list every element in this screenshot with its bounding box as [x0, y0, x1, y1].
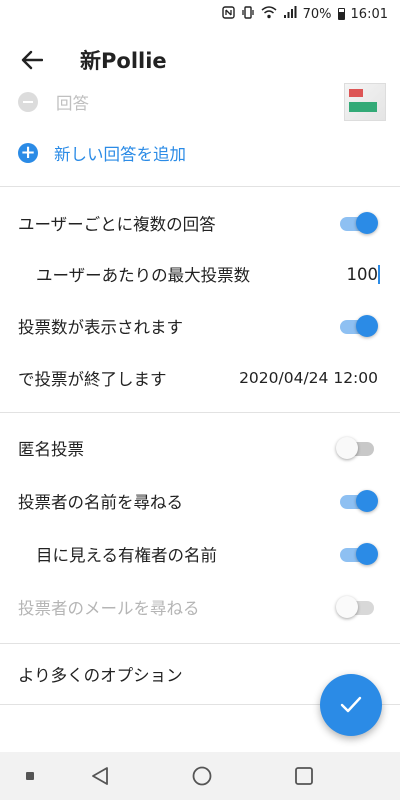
anonymous-toggle[interactable]	[336, 436, 378, 460]
visible-names-label: 目に見える有権者の名前	[36, 546, 218, 565]
app-bar: 新Pollie	[0, 28, 400, 92]
confirm-fab-button[interactable]	[320, 674, 382, 736]
divider	[0, 643, 400, 644]
nfc-icon	[221, 6, 235, 22]
end-poll-label: で投票が終了します	[18, 370, 167, 389]
page-title: 新Pollie	[80, 49, 167, 73]
setting-end-poll: で投票が終了します 2020/04/24 12:00	[0, 358, 400, 398]
ask-email-toggle	[336, 595, 378, 619]
answer-image-thumbnail[interactable]	[344, 83, 386, 121]
more-options-label: より多くのオプション	[18, 666, 183, 685]
nav-recents-button[interactable]	[288, 752, 320, 800]
answer-row: 回答	[0, 83, 400, 121]
setting-show-votes: 投票数が表示されます	[0, 306, 400, 346]
max-votes-label: ユーザーあたりの最大投票数	[36, 266, 251, 285]
setting-anonymous: 匿名投票	[0, 428, 400, 468]
back-triangle-icon	[92, 767, 108, 785]
ask-name-label: 投票者の名前を尋ねる	[18, 493, 183, 512]
divider	[0, 186, 400, 187]
nav-home-button[interactable]	[186, 752, 218, 800]
add-answer-label: 新しい回答を追加	[54, 145, 186, 164]
signal-icon	[283, 6, 297, 22]
recents-square-icon	[295, 767, 313, 785]
check-icon	[340, 696, 362, 713]
visible-names-toggle[interactable]	[338, 542, 378, 566]
setting-ask-name: 投票者の名前を尋ねる	[0, 481, 400, 521]
arrow-left-icon	[21, 50, 43, 70]
ask-email-label: 投票者のメールを尋ねる	[18, 599, 200, 618]
multiple-answers-label: ユーザーごとに複数の回答	[18, 215, 216, 234]
nav-back-button[interactable]	[84, 752, 116, 800]
back-button[interactable]	[4, 32, 60, 88]
nav-extra-button[interactable]	[18, 752, 42, 800]
remove-answer-icon[interactable]	[18, 92, 38, 112]
setting-visible-names: 目に見える有権者の名前	[0, 534, 400, 574]
home-circle-icon	[192, 766, 212, 786]
show-votes-label: 投票数が表示されます	[18, 318, 183, 337]
clock: 16:01	[350, 6, 388, 22]
max-votes-input[interactable]	[318, 264, 380, 284]
square-small-icon	[26, 772, 34, 780]
system-nav-bar	[0, 752, 400, 800]
setting-ask-email: 投票者のメールを尋ねる	[0, 587, 400, 627]
show-votes-toggle[interactable]	[338, 314, 378, 338]
vibrate-icon	[241, 6, 255, 22]
anonymous-label: 匿名投票	[18, 440, 84, 459]
wifi-icon	[261, 6, 277, 22]
battery-icon	[337, 8, 345, 20]
end-poll-datetime[interactable]: 2020/04/24 12:00	[239, 369, 378, 387]
divider	[0, 412, 400, 413]
plus-circle-icon: +	[18, 143, 38, 163]
add-answer-button[interactable]: + 新しい回答を追加	[0, 136, 400, 170]
status-bar: 70% 16:01	[0, 0, 400, 28]
multiple-answers-toggle[interactable]	[338, 211, 378, 235]
setting-max-votes: ユーザーあたりの最大投票数	[0, 254, 400, 294]
ask-name-toggle[interactable]	[338, 489, 378, 513]
battery-percent: 70%	[302, 6, 332, 22]
setting-multiple-answers: ユーザーごとに複数の回答	[0, 203, 400, 243]
answer-label: 回答	[56, 94, 89, 113]
